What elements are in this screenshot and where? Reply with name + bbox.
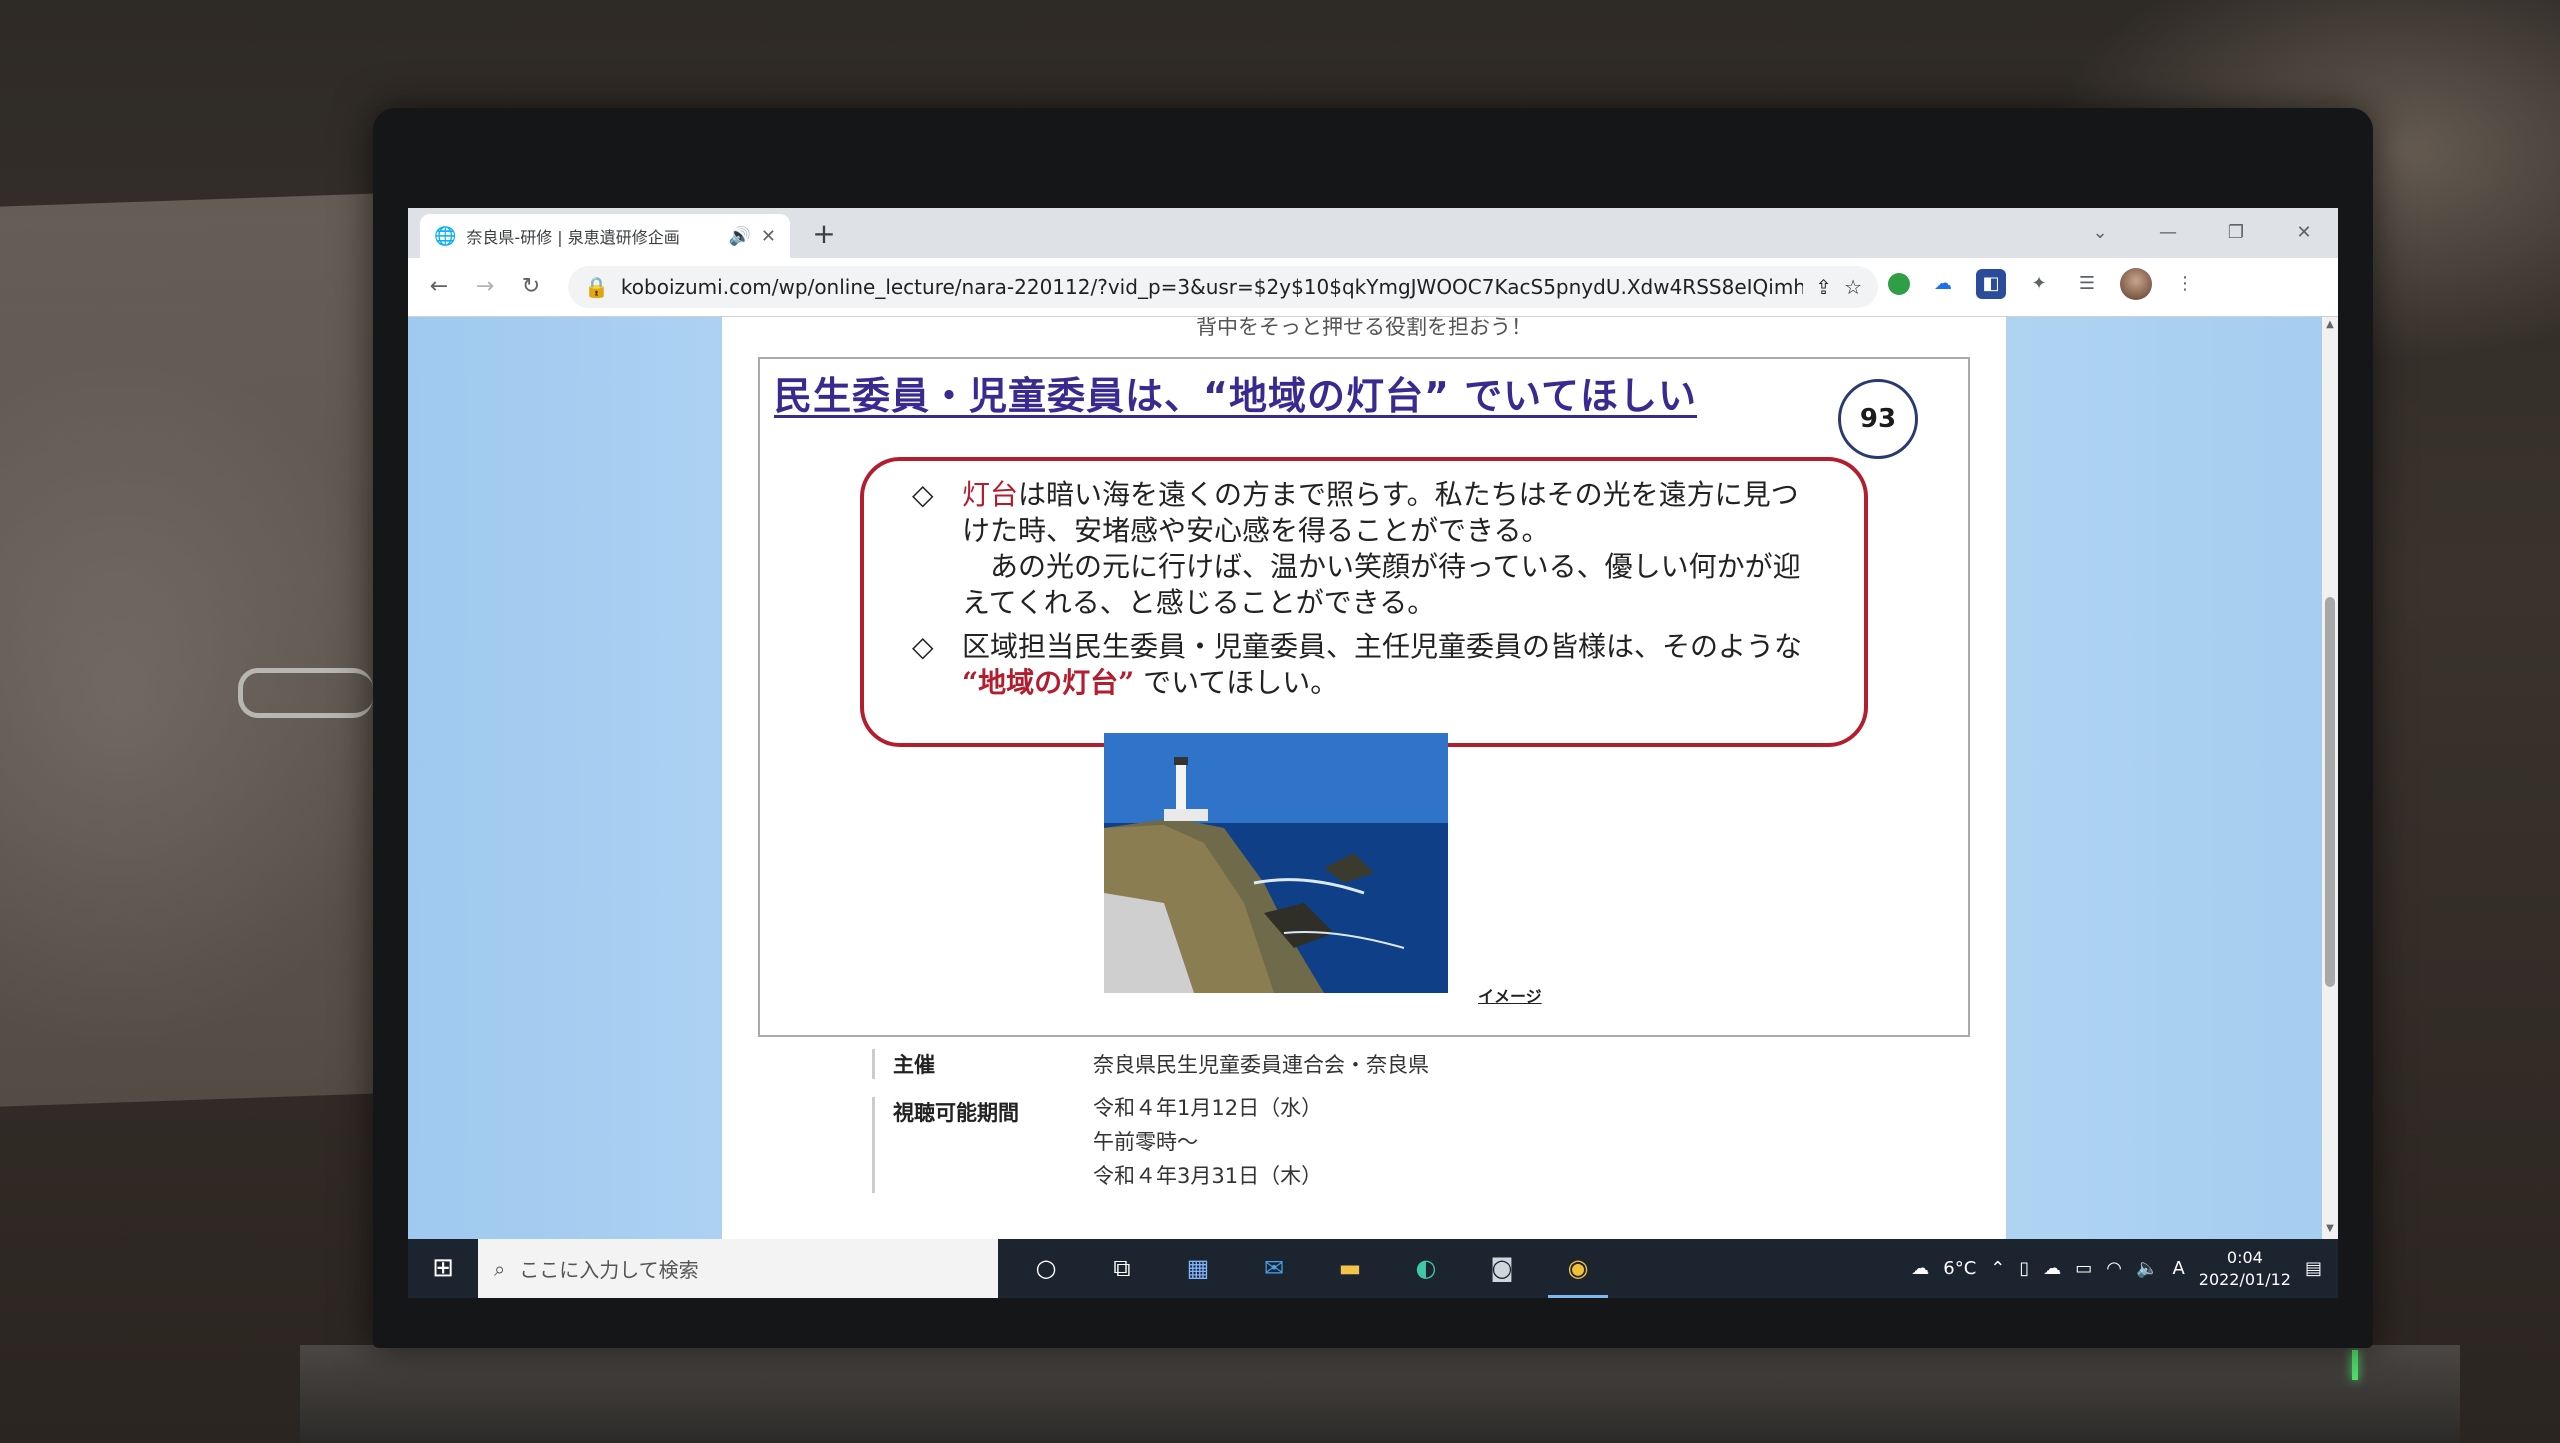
battery-icon[interactable]: ▭ <box>2075 1258 2092 1279</box>
ime-indicator[interactable]: A <box>2172 1258 2184 1279</box>
menu-icon[interactable]: ⋮ <box>2170 269 2200 299</box>
minimize-icon[interactable]: — <box>2134 208 2202 258</box>
scroll-down-icon[interactable]: ▼ <box>2325 1223 2335 1237</box>
search-icon: ⌕ <box>494 1256 506 1281</box>
volume-icon[interactable]: 🔈 <box>2136 1258 2158 1279</box>
extension-icon[interactable]: ✦ <box>2024 269 2054 299</box>
star-icon[interactable]: ☆ <box>1844 275 1862 299</box>
address-bar[interactable]: 🔒 koboizumi.com/wp/online_lecture/nara-2… <box>568 266 1878 308</box>
cortana-icon[interactable]: ○ <box>1008 1239 1084 1298</box>
folder-icon[interactable]: ▬ <box>1312 1239 1388 1298</box>
globe-icon: 🌐 <box>434 225 457 247</box>
onedrive-icon[interactable]: ☁ <box>2043 1258 2061 1279</box>
lock-icon[interactable]: 🔒 <box>584 275 609 299</box>
info-row-period: 視聴可能期間 令和４年1月12日（水） 午前零時～ 令和４年3月31日（木） <box>872 1096 1872 1193</box>
store-icon[interactable]: ▦ <box>1160 1239 1236 1298</box>
bullet-1: ◇ 灯台は暗い海を遠くの方まで照らす。私たちはその光を遠方に見つけた時、安堵感や… <box>904 477 1824 621</box>
chevron-down-icon[interactable]: ⌄ <box>2066 208 2134 258</box>
close-window-icon[interactable]: ✕ <box>2270 208 2338 258</box>
callout-box: ◇ 灯台は暗い海を遠くの方まで照らす。私たちはその光を遠方に見つけた時、安堵感や… <box>860 457 1868 747</box>
scrollbar[interactable]: ▲ ▼ <box>2322 317 2338 1239</box>
slide-title: 民生委員・児童委員は、“地域の灯台” でいてほしい <box>774 374 1698 418</box>
chevron-up-icon[interactable]: ⌃ <box>1990 1258 2005 1279</box>
weather-temp[interactable]: 6°C <box>1943 1258 1976 1279</box>
reading-list-icon[interactable]: ☰ <box>2072 269 2102 299</box>
intro-text: 背中をそっと押せる役割を担おう！ <box>1196 317 1532 337</box>
period-time: 午前零時～ <box>1093 1130 1198 1154</box>
wifi-icon[interactable]: ◠ <box>2106 1258 2122 1279</box>
restore-icon[interactable]: ❐ <box>2202 208 2270 258</box>
browser-tab[interactable]: 🌐 奈良県-研修 | 泉恵遺研修企画 🔊 ✕ <box>420 214 790 258</box>
cloud-icon[interactable]: ☁ <box>1911 1258 1929 1279</box>
info-label: 視聴可能期間 <box>893 1101 1019 1125</box>
green-extension-icon[interactable] <box>1888 273 1910 295</box>
scroll-thumb[interactable] <box>2325 597 2335 987</box>
taskbar: ⊞ ⌕ ここに入力して検索 ○ ⧉ ▦ ✉ ▬ ◐ ◙ ◉ ☁ 6°C ⌃ ▯ … <box>408 1239 2338 1298</box>
search-placeholder: ここに入力して検索 <box>519 1258 699 1282</box>
period-end: 令和４年3月31日（木） <box>1093 1164 1323 1188</box>
tab-bar: 🌐 奈良県-研修 | 泉恵遺研修企画 🔊 ✕ + ⌄ — ❐ ✕ <box>408 208 2338 258</box>
page-viewport: 背中をそっと押せる役割を担おう！ 民生委員・児童委員は、“地域の灯台” でいてほ… <box>408 317 2338 1239</box>
tab-title: 奈良県-研修 | 泉恵遺研修企画 <box>466 228 680 247</box>
notification-icon[interactable]: ▤ <box>2305 1258 2322 1279</box>
bullet-2-pre: 区域担当民生委員・児童委員、主任児童委員の皆様は、そのような <box>962 630 1803 663</box>
photo-caption: イメージ <box>1478 987 1542 1006</box>
slide-number: 93 <box>1838 379 1918 459</box>
lighthouse-photo <box>1104 733 1448 993</box>
browser-toolbar: ← → ↻ 🔒 koboizumi.com/wp/online_lecture/… <box>408 258 2338 317</box>
avatar[interactable] <box>2120 268 2152 300</box>
blue-extension-icon[interactable]: ◧ <box>1976 269 2006 299</box>
diamond-icon: ◇ <box>912 630 934 663</box>
clock[interactable]: 0:04 2022/01/12 <box>2199 1247 2291 1291</box>
desk-paper <box>0 193 380 1107</box>
reload-icon[interactable]: ↻ <box>516 272 546 302</box>
article-content: 背中をそっと押せる役割を担おう！ 民生委員・児童委員は、“地域の灯台” でいてほ… <box>722 317 2006 1239</box>
mail-icon[interactable]: ✉ <box>1236 1239 1312 1298</box>
system-tray: ☁ 6°C ⌃ ▯ ☁ ▭ ◠ 🔈 A 0:04 2022/01/12 ▤ <box>1911 1247 2338 1291</box>
extensions-area: ☁ ◧ ✦ ☰ ⋮ <box>1888 268 2200 300</box>
window-controls: ⌄ — ❐ ✕ <box>2066 208 2338 258</box>
plus-icon[interactable]: + <box>806 216 842 252</box>
taskbar-apps: ○ ⧉ ▦ ✉ ▬ ◐ ◙ ◉ <box>1008 1239 1616 1298</box>
windows-icon[interactable]: ⊞ <box>408 1239 478 1298</box>
taskview-icon[interactable]: ⧉ <box>1084 1239 1160 1298</box>
close-icon[interactable]: ✕ <box>761 226 776 247</box>
meet-icon[interactable]: ▯ <box>2019 1258 2029 1279</box>
info-table: 主催 奈良県民生児童委員連合会・奈良県 視聴可能期間 令和４年1月12日（水） … <box>872 1049 1872 1211</box>
screen: 🌐 奈良県-研修 | 泉恵遺研修企画 🔊 ✕ + ⌄ — ❐ ✕ ← → ↻ 🔒… <box>408 208 2338 1298</box>
share-icon[interactable]: ⇪ <box>1815 275 1832 299</box>
forward-icon[interactable]: → <box>470 272 500 302</box>
bullet-2-post: でいてほしい。 <box>1143 666 1339 699</box>
back-icon[interactable]: ← <box>424 272 454 302</box>
chrome-icon[interactable]: ◉ <box>1540 1239 1616 1298</box>
bullet-2-emphasis: “地域の灯台” <box>962 666 1135 699</box>
bullet-1-text: は暗い海を遠くの方まで照らす。私たちはその光を遠方に見つけた時、安堵感や安心感を… <box>962 478 1799 547</box>
period-start: 令和４年1月12日（水） <box>1093 1096 1323 1120</box>
laptop-led <box>2352 1350 2358 1380</box>
info-label: 主催 <box>893 1053 935 1077</box>
clock-date: 2022/01/12 <box>2198 1269 2291 1289</box>
edge-icon[interactable]: ◐ <box>1388 1239 1464 1298</box>
info-value: 令和４年1月12日（水） 午前零時～ 令和４年3月31日（木） <box>1093 1091 1322 1193</box>
info-row-organizer: 主催 奈良県民生児童委員連合会・奈良県 <box>872 1049 1872 1079</box>
clock-time: 0:04 <box>2226 1247 2263 1267</box>
bullet-1-line2: あの光の元に行けば、温かい笑顔が待っている、優しい何かが迎えてくれる、と感じるこ… <box>962 550 1801 619</box>
bullet-2: ◇ 区域担当民生委員・児童委員、主任児童委員の皆様は、そのような “地域の灯台”… <box>904 629 1824 701</box>
scroll-up-icon[interactable]: ▲ <box>2325 319 2335 333</box>
cloud-extension-icon[interactable]: ☁ <box>1928 269 1958 299</box>
laptop-base <box>300 1345 2460 1443</box>
binder-clip <box>238 668 373 718</box>
info-value: 奈良県民生児童委員連合会・奈良県 <box>1093 1053 1429 1077</box>
taskbar-search[interactable]: ⌕ ここに入力して検索 <box>478 1239 998 1298</box>
diamond-icon: ◇ <box>912 478 934 511</box>
url-text: koboizumi.com/wp/online_lecture/nara-220… <box>620 275 1804 299</box>
lecture-slide: 民生委員・児童委員は、“地域の灯台” でいてほしい 93 ◇ 灯台は暗い海を遠く… <box>758 357 1970 1037</box>
camera-icon[interactable]: ◙ <box>1464 1239 1540 1298</box>
bullet-1-keyword: 灯台 <box>962 478 1019 511</box>
speaker-icon[interactable]: 🔊 <box>728 226 750 247</box>
